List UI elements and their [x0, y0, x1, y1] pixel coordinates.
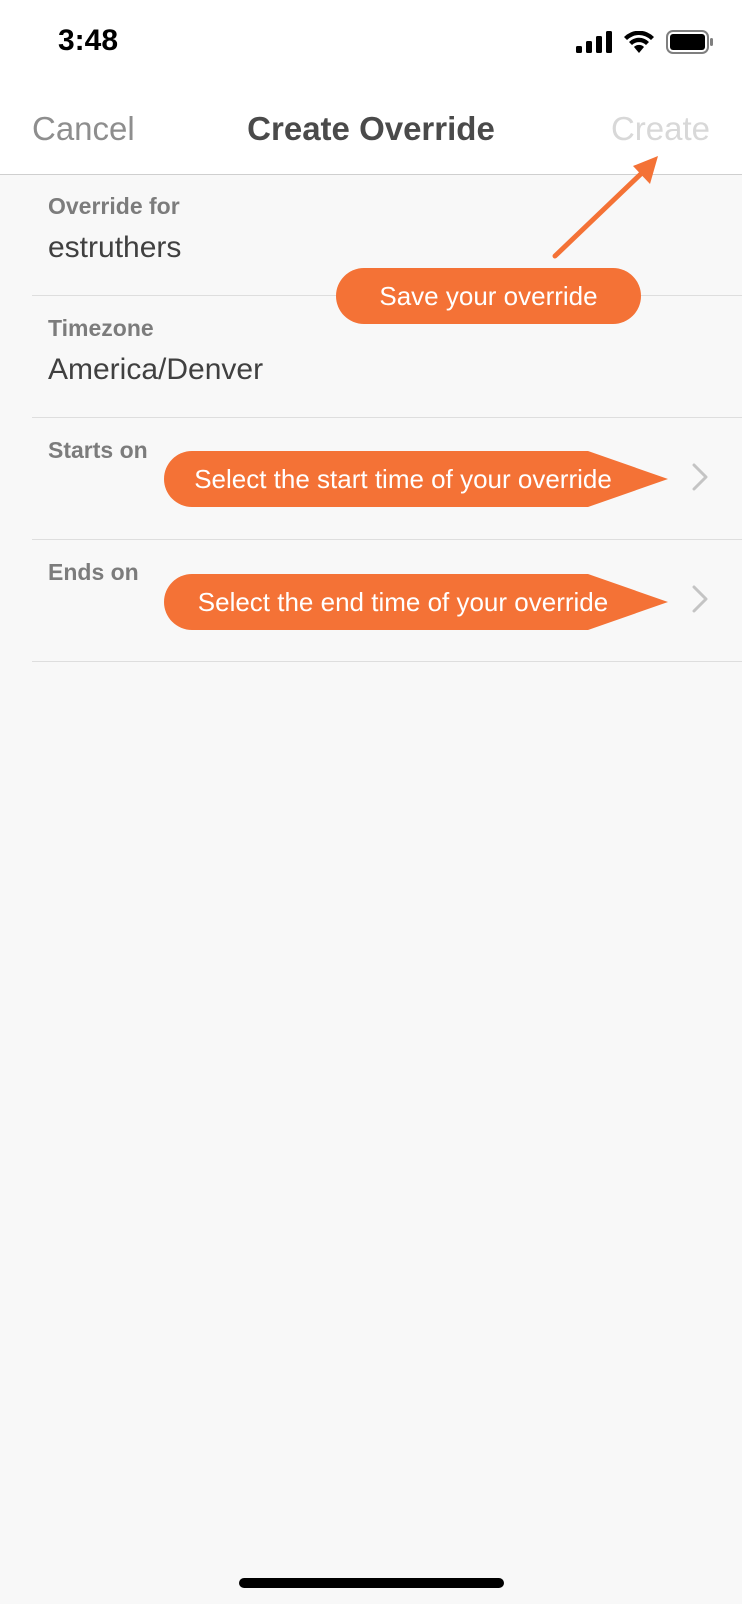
create-button[interactable]: Create [611, 110, 710, 148]
callout-pointer-arrow [552, 156, 658, 259]
signal-icon [576, 31, 612, 53]
wifi-icon [624, 31, 654, 53]
chevron-right-icon [692, 585, 708, 613]
starts-on-label: Starts on [48, 437, 148, 463]
callout-end-time: Select the end time of your override [164, 574, 668, 630]
cancel-button[interactable]: Cancel [32, 110, 135, 148]
home-indicator[interactable] [239, 1578, 504, 1588]
timezone-label: Timezone [48, 315, 154, 341]
callout-save-override: Save your override [336, 268, 641, 324]
timezone-value: America/Denver [48, 353, 264, 386]
chevron-right-icon [692, 463, 708, 491]
override-for-value: estruthers [48, 231, 182, 264]
override-for-label: Override for [48, 193, 180, 219]
ends-on-label: Ends on [48, 559, 139, 585]
status-time: 3:48 [58, 24, 119, 57]
callout-start-text: Select the start time of your override [194, 464, 612, 494]
callout-end-text: Select the end time of your override [197, 587, 609, 617]
battery-icon [666, 30, 713, 54]
status-icons [576, 30, 714, 54]
status-bar: 3:48 [0, 0, 742, 90]
callout-start-time: Select the start time of your override [164, 451, 668, 507]
